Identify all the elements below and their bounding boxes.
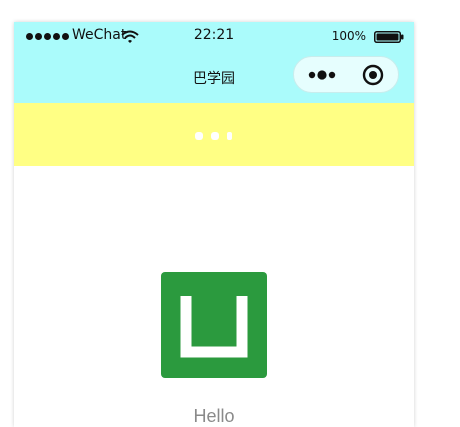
more-dots-icon[interactable]	[308, 68, 338, 82]
battery-full-icon	[374, 31, 404, 43]
status-bar: WeChat 22:21 100%	[14, 22, 414, 52]
loading-strip	[14, 103, 414, 166]
target-circle-icon[interactable]	[362, 64, 384, 86]
logo-u-glyph	[180, 296, 248, 358]
app-logo-icon	[161, 272, 267, 378]
capsule-button-group	[293, 56, 399, 93]
greeting-text: Hello	[193, 406, 235, 426]
loading-dots-icon	[195, 132, 232, 140]
battery-percent: 100%	[331, 29, 366, 43]
capsule-divider	[346, 65, 347, 85]
navigation-bar: 巴学园	[14, 52, 414, 103]
phone-frame: WeChat 22:21 100% 巴学园 Hello	[14, 22, 414, 427]
